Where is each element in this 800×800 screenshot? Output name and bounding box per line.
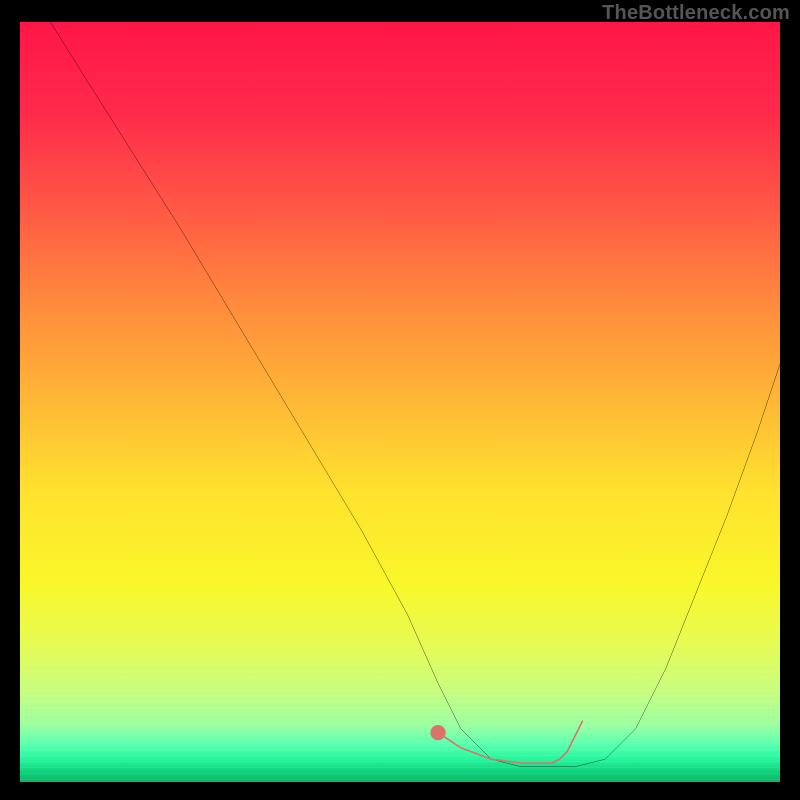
optimal-start-marker	[430, 725, 445, 740]
bottleneck-curve	[50, 22, 780, 767]
optimal-range	[438, 721, 582, 763]
curves-overlay	[20, 22, 780, 782]
plot-area	[20, 22, 780, 782]
watermark-text: TheBottleneck.com	[602, 2, 790, 25]
chart-frame: TheBottleneck.com	[0, 0, 800, 800]
